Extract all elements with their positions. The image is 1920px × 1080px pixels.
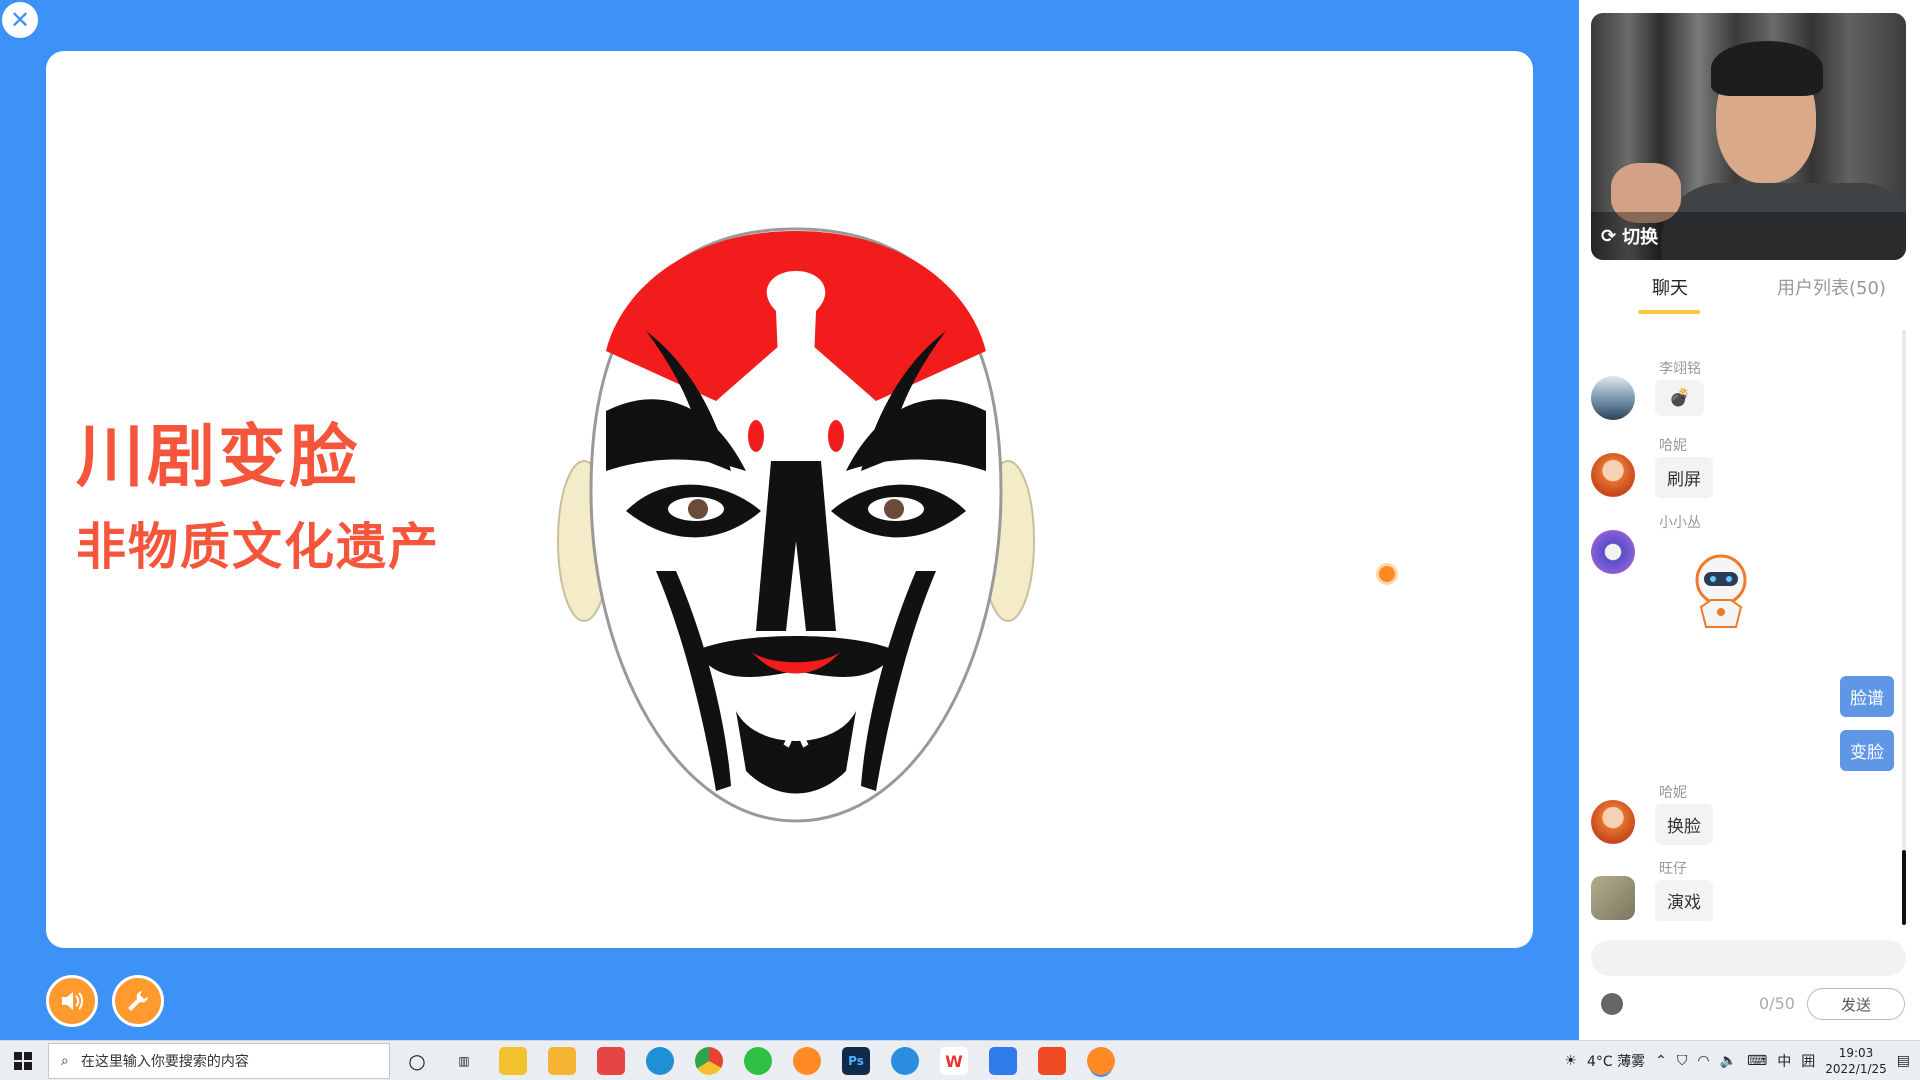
ime-language[interactable]: 中	[1777, 1051, 1791, 1071]
user-avatar	[1591, 876, 1635, 920]
chat-nickname: 哈妮	[1659, 785, 1687, 801]
emoji-icon[interactable]	[1601, 993, 1623, 1015]
ime-mode[interactable]: 囲	[1801, 1051, 1815, 1071]
teacher-video: ⟳ 切换	[1591, 13, 1906, 260]
notification-icon[interactable]: ▤	[1897, 1053, 1910, 1069]
user-avatar	[1591, 453, 1635, 497]
windows-start-icon[interactable]	[14, 1052, 32, 1070]
wrench-icon	[128, 991, 148, 1011]
speaker-icon	[62, 992, 83, 1010]
keyboard-icon[interactable]: ⌨	[1747, 1053, 1767, 1069]
chevron-up-icon[interactable]: ⌃	[1655, 1053, 1667, 1069]
robot-sticker-icon	[1695, 554, 1747, 628]
video-app-icon[interactable]	[1038, 1047, 1066, 1075]
chat-scroll-thumb[interactable]	[1902, 850, 1906, 925]
weather-icon: ☀	[1564, 1053, 1577, 1069]
feishu-icon[interactable]	[891, 1047, 919, 1075]
chat-scrollbar[interactable]	[1902, 330, 1906, 925]
chat-nickname: 李翊铭	[1659, 361, 1701, 377]
slide-canvas: 川剧变脸 非物质文化遗产	[46, 51, 1533, 948]
windows-taskbar: ⌕ 在这里输入你要搜索的内容 ○ ▥ Ps W ☀ 4°C 薄雾 ⌃ ⛉ ◠ 🔈…	[0, 1040, 1920, 1080]
tab-user-list[interactable]: 用户列表(50)	[1777, 274, 1886, 300]
system-tray: ☀ 4°C 薄雾 ⌃ ⛉ ◠ 🔈 ⌨ 中 囲 19:03 2022/1/25 ▤	[1564, 1041, 1910, 1080]
edge-browser-icon[interactable]	[646, 1047, 674, 1075]
active-classroom-app-icon[interactable]	[1087, 1047, 1115, 1075]
classroom-stage: ✕ 川剧变脸 非物质文化遗产	[0, 0, 1579, 1040]
slide-title: 川剧变脸	[76, 418, 361, 497]
tools-button[interactable]	[112, 975, 164, 1027]
tab-active-indicator	[1638, 310, 1700, 314]
wechat-icon[interactable]	[744, 1047, 772, 1075]
wps-office-icon[interactable]: W	[940, 1047, 968, 1075]
classroom-app-icon[interactable]	[793, 1047, 821, 1075]
file-explorer-icon[interactable]	[499, 1047, 527, 1075]
my-chat-bubble: 变脸	[1840, 730, 1894, 771]
user-avatar	[1591, 800, 1635, 844]
clock-date: 2022/1/25	[1825, 1062, 1887, 1076]
taskbar-search[interactable]: ⌕ 在这里输入你要搜索的内容	[48, 1043, 390, 1079]
bomb-icon: 💣	[1669, 388, 1691, 408]
chat-bubble: 💣	[1655, 380, 1705, 416]
refresh-icon: ⟳	[1601, 225, 1617, 247]
switch-label: 切换	[1622, 227, 1659, 248]
taskbar-clock[interactable]: 19:03 2022/1/25	[1825, 1045, 1887, 1077]
slide-subtitle: 非物质文化遗产	[76, 518, 440, 576]
chat-bubble: 换脸	[1655, 804, 1713, 845]
notes-app-icon[interactable]	[548, 1047, 576, 1075]
search-icon: ⌕	[61, 1053, 69, 1069]
sound-button[interactable]	[46, 975, 98, 1027]
chat-input[interactable]	[1591, 940, 1906, 976]
switch-camera-button[interactable]: ⟳ 切换	[1591, 212, 1906, 260]
send-button[interactable]: 发送	[1807, 988, 1905, 1020]
security-app-icon[interactable]	[597, 1047, 625, 1075]
chat-bubble: 演戏	[1655, 880, 1713, 921]
chat-bubble: 刷屏	[1655, 457, 1713, 498]
my-chat-bubble: 脸谱	[1840, 676, 1894, 717]
user-avatar	[1591, 530, 1635, 574]
close-icon[interactable]: ✕	[2, 2, 38, 38]
user-avatar	[1591, 376, 1635, 420]
volume-icon[interactable]: 🔈	[1720, 1053, 1737, 1069]
meeting-app-icon[interactable]	[989, 1047, 1017, 1075]
clock-time: 19:03	[1838, 1046, 1874, 1060]
chat-nickname: 小小丛	[1659, 515, 1701, 531]
tab-chat[interactable]: 聊天	[1652, 274, 1688, 300]
laser-pointer-dot	[1376, 563, 1398, 585]
sidebar-tabs: 聊天 用户列表(50)	[1579, 270, 1920, 320]
chat-list: 李翊铭 💣 哈妮 刷屏 小小丛 脸谱 变脸 哈妮 换脸 旺仔 演戏	[1579, 326, 1920, 926]
task-view-icon[interactable]: ▥	[450, 1047, 478, 1075]
opera-mask-image	[557, 227, 1035, 823]
char-counter: 0/50	[1759, 994, 1795, 1013]
chat-nickname: 旺仔	[1659, 861, 1687, 877]
taskbar-search-placeholder: 在这里输入你要搜索的内容	[80, 1054, 249, 1070]
chrome-browser-icon[interactable]	[695, 1047, 723, 1075]
chat-nickname: 哈妮	[1659, 438, 1687, 454]
photoshop-icon[interactable]: Ps	[842, 1047, 870, 1075]
weather-text[interactable]: 4°C 薄雾	[1587, 1051, 1645, 1071]
cortana-icon[interactable]: ○	[403, 1047, 431, 1075]
wifi-icon[interactable]: ◠	[1697, 1053, 1709, 1069]
sidebar: ⟳ 切换 聊天 用户列表(50) 李翊铭 💣 哈妮 刷屏 小小丛 脸谱 变脸 哈…	[1579, 0, 1920, 1040]
teacher-hair	[1711, 41, 1823, 96]
shield-icon[interactable]: ⛉	[1677, 1053, 1688, 1069]
